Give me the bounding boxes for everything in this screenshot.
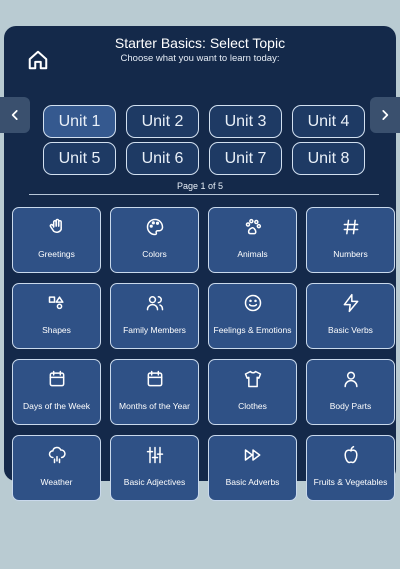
next-page-button[interactable] xyxy=(370,97,400,133)
chevron-left-icon xyxy=(8,108,22,122)
topic-family-members[interactable]: Family Members xyxy=(110,283,199,349)
topic-panel: Starter Basics: Select Topic Choose what… xyxy=(4,26,396,501)
shapes-icon xyxy=(13,293,100,313)
topic-basic-adverbs[interactable]: Basic Adverbs xyxy=(208,435,297,501)
unit-selector: Unit 1 Unit 2 Unit 3 Unit 4 Unit 5 Unit … xyxy=(43,105,365,175)
topic-label: Basic Adverbs xyxy=(225,476,280,487)
chevron-right-icon xyxy=(378,108,392,122)
waving-hand-icon xyxy=(13,217,100,237)
topic-label: Months of the Year xyxy=(119,400,190,411)
topic-label: Greetings xyxy=(38,248,75,259)
smile-icon xyxy=(209,293,296,313)
topic-label: Feelings & Emotions xyxy=(213,324,292,335)
fast-forward-icon xyxy=(209,445,296,465)
topic-colors[interactable]: Colors xyxy=(110,207,199,273)
topic-days-of-week[interactable]: Days of the Week xyxy=(12,359,101,425)
prev-page-button[interactable] xyxy=(0,97,30,133)
topic-clothes[interactable]: Clothes xyxy=(208,359,297,425)
topic-numbers[interactable]: Numbers xyxy=(306,207,395,273)
page-indicator: Page 1 of 5 xyxy=(176,181,224,191)
palette-icon xyxy=(111,217,198,237)
topic-basic-adjectives[interactable]: Basic Adjectives xyxy=(110,435,199,501)
person-icon xyxy=(307,369,394,389)
lightning-icon xyxy=(307,293,394,313)
topic-label: Days of the Week xyxy=(23,400,90,411)
topic-label: Family Members xyxy=(123,324,186,335)
unit-2-button[interactable]: Unit 2 xyxy=(126,105,199,138)
topic-feelings-emotions[interactable]: Feelings & Emotions xyxy=(208,283,297,349)
topic-basic-verbs[interactable]: Basic Verbs xyxy=(306,283,395,349)
topic-fruits-vegetables[interactable]: Fruits & Vegetables xyxy=(306,435,395,501)
topic-label: Shapes xyxy=(42,324,71,335)
topic-label: Fruits & Vegetables xyxy=(313,476,388,487)
topic-months-of-year[interactable]: Months of the Year xyxy=(110,359,199,425)
unit-5-button[interactable]: Unit 5 xyxy=(43,142,116,175)
topic-label: Numbers xyxy=(333,248,368,259)
apple-icon xyxy=(307,445,394,465)
calendar-icon xyxy=(111,369,198,389)
calendar-icon xyxy=(13,369,100,389)
topic-label: Clothes xyxy=(238,400,267,411)
topic-body-parts[interactable]: Body Parts xyxy=(306,359,395,425)
topic-greetings[interactable]: Greetings xyxy=(12,207,101,273)
unit-8-button[interactable]: Unit 8 xyxy=(292,142,365,175)
topic-label: Weather xyxy=(40,476,73,487)
hash-icon xyxy=(307,217,394,237)
topic-grid: Greetings Colors Animals Numbers Shapes … xyxy=(12,207,396,501)
page-title: Starter Basics: Select Topic xyxy=(114,35,286,51)
topic-label: Body Parts xyxy=(329,400,372,411)
unit-4-button[interactable]: Unit 4 xyxy=(292,105,365,138)
unit-7-button[interactable]: Unit 7 xyxy=(209,142,282,175)
shirt-icon xyxy=(209,369,296,389)
page-subtitle: Choose what you want to learn today: xyxy=(120,53,280,64)
users-icon xyxy=(111,293,198,313)
unit-3-button[interactable]: Unit 3 xyxy=(209,105,282,138)
unit-6-button[interactable]: Unit 6 xyxy=(126,142,199,175)
topic-animals[interactable]: Animals xyxy=(208,207,297,273)
sliders-icon xyxy=(111,445,198,465)
unit-1-button[interactable]: Unit 1 xyxy=(43,105,116,138)
topic-label: Basic Verbs xyxy=(328,324,373,335)
topic-shapes[interactable]: Shapes xyxy=(12,283,101,349)
topic-label: Colors xyxy=(142,248,167,259)
topic-label: Animals xyxy=(237,248,268,259)
topic-label: Basic Adjectives xyxy=(123,476,186,487)
divider xyxy=(29,194,379,195)
cloud-rain-icon xyxy=(13,445,100,465)
topic-weather[interactable]: Weather xyxy=(12,435,101,501)
paw-icon xyxy=(209,217,296,237)
